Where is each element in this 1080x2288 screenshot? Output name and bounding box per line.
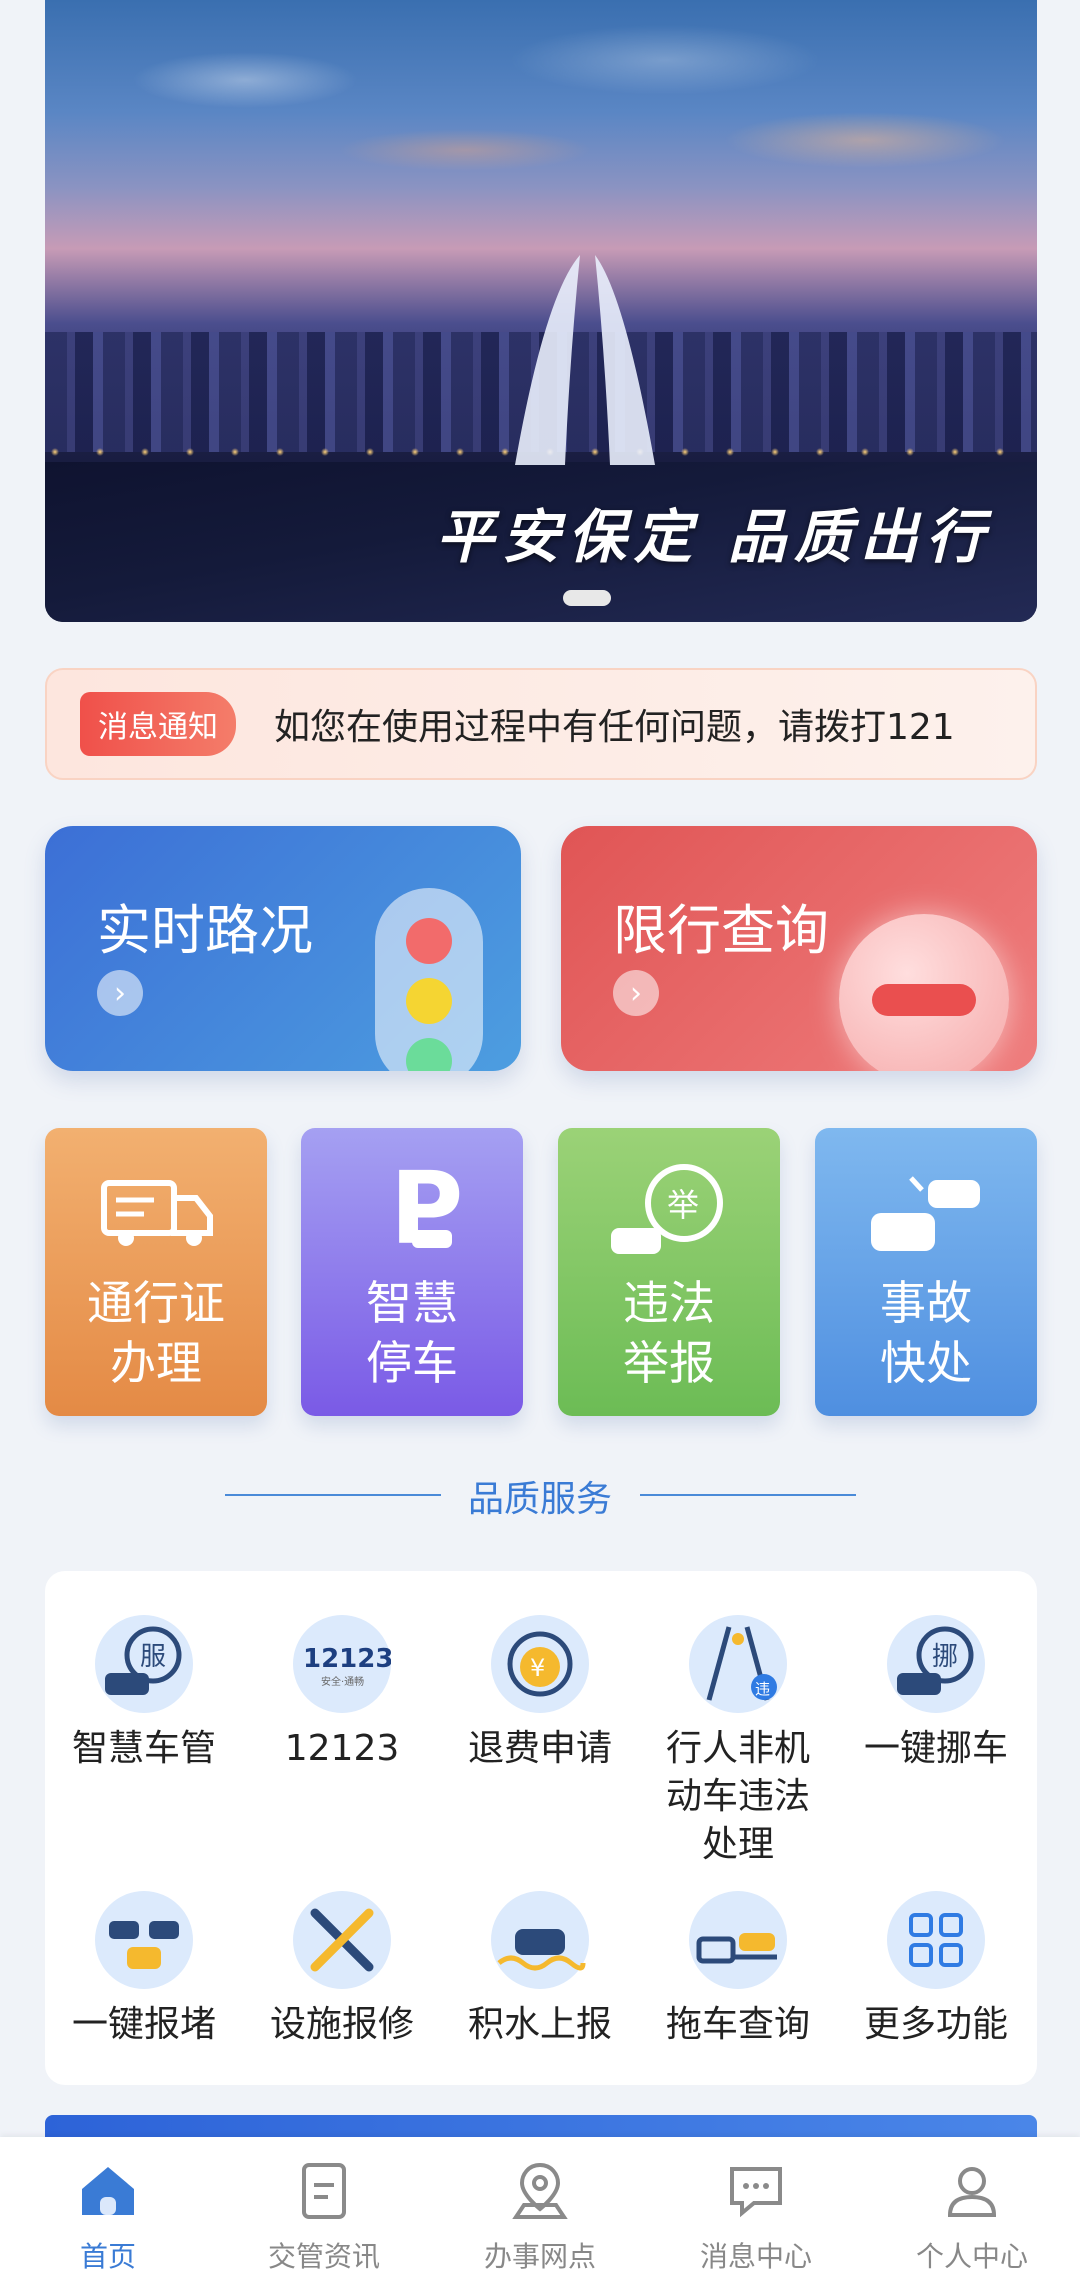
service-refund[interactable]: ¥ 退费申请 <box>441 1615 639 1773</box>
section-title: 品质服务 <box>467 1479 612 1520</box>
report-car-icon: 举 <box>611 1164 723 1254</box>
service-facility-repair[interactable]: 设施报修 <box>243 1891 441 2049</box>
violation-badge: 违 <box>755 1680 770 1698</box>
service-label: 更多功能 <box>863 2004 1008 2045</box>
home-icon <box>82 2167 134 2215</box>
bottom-navigation: 首页 交管资讯 办事网点 消息中心 个人中心 <box>0 2137 1080 2288</box>
service-label: 积水上报 <box>467 2004 612 2045</box>
grid-icon <box>887 1891 985 1989</box>
location-pin-icon <box>512 2162 568 2219</box>
divider <box>640 1494 856 1496</box>
tile-label: 事故 快处 <box>880 1276 972 1390</box>
no-entry-icon <box>839 914 1009 1071</box>
pedestrian-violation-icon: 违 <box>689 1615 787 1713</box>
logo-text: 12123 <box>303 1644 391 1674</box>
quality-services-panel: 服 智慧车管 12123 安全·通畅 12123 ¥ 退费申请 违 行人非机动车违… <box>45 1571 1037 2085</box>
nav-label: 办事网点 <box>483 2240 596 2273</box>
service-label: 拖车查询 <box>665 2004 810 2045</box>
nav-home[interactable]: 首页 <box>0 2137 216 2288</box>
chevron-right-icon: › <box>97 970 143 1016</box>
service-label: 一键报堵 <box>71 2004 216 2045</box>
notice-tag: 消息通知 <box>80 692 236 756</box>
bridge-arch-icon <box>515 255 655 465</box>
traffic-restriction-card[interactable]: 限行查询 › <box>561 826 1037 1071</box>
nav-label: 首页 <box>79 2240 136 2273</box>
move-badge: 挪 <box>932 1642 958 1672</box>
accident-handling-tile[interactable]: 事故 快处 <box>815 1128 1037 1416</box>
refund-yuan-icon: ¥ <box>491 1615 589 1713</box>
service-move-car[interactable]: 挪 一键挪车 <box>837 1615 1035 1773</box>
waterlogging-icon <box>491 1891 589 1989</box>
svg-text:P: P <box>390 1158 463 1267</box>
service-waterlogging[interactable]: 积水上报 <box>441 1891 639 2049</box>
parking-icon: P <box>390 1158 463 1267</box>
car-crash-icon <box>871 1176 980 1251</box>
yuan-sign: ¥ <box>530 1654 545 1682</box>
service-label: 12123 <box>284 1728 400 1769</box>
report-badge: 举 <box>667 1186 699 1224</box>
tile-label: 违法 举报 <box>623 1276 715 1390</box>
banner-slogan: 平安保定 品质出行 <box>435 503 992 571</box>
nav-outlets[interactable]: 办事网点 <box>432 2137 648 2288</box>
traffic-jam-icon <box>95 1891 193 1989</box>
nav-news[interactable]: 交管资讯 <box>216 2137 432 2288</box>
nav-label: 个人中心 <box>915 2240 1028 2273</box>
nav-label: 消息中心 <box>699 2240 812 2273</box>
tile-label: 智慧 停车 <box>366 1276 458 1390</box>
service-smart-vehicle[interactable]: 服 智慧车管 <box>45 1615 243 1773</box>
service-report-jam[interactable]: 一键报堵 <box>45 1891 243 2049</box>
truck-icon <box>101 1180 213 1246</box>
card-title: 实时路况 <box>97 899 313 962</box>
violation-report-tile[interactable]: 举 违法 举报 <box>558 1128 780 1416</box>
nav-label: 交管资讯 <box>267 2240 380 2273</box>
user-icon <box>947 2167 997 2217</box>
service-12123[interactable]: 12123 安全·通畅 12123 <box>243 1615 441 1773</box>
wrench-screwdriver-icon <box>293 1891 391 1989</box>
smart-parking-tile[interactable]: P 智慧 停车 <box>301 1128 523 1416</box>
service-label: 智慧车管 <box>71 1728 216 1769</box>
tow-truck-icon <box>689 1891 787 1989</box>
move-car-icon: 挪 <box>887 1615 985 1713</box>
carousel-indicator <box>563 590 611 606</box>
service-more[interactable]: 更多功能 <box>837 1891 1035 2049</box>
service-label: 一键挪车 <box>863 1728 1008 1769</box>
section-header: 品质服务 <box>0 1470 1080 1522</box>
service-label: 退费申请 <box>467 1728 612 1769</box>
12123-logo-icon: 12123 安全·通畅 <box>293 1615 391 1713</box>
service-label: 设施报修 <box>269 2004 414 2045</box>
car-service-icon: 服 <box>95 1615 193 1713</box>
logo-subtext: 安全·通畅 <box>321 1675 364 1688</box>
service-pedestrian-violation[interactable]: 违 行人非机动车违法处理 <box>639 1615 837 1869</box>
chevron-right-icon: › <box>613 970 659 1016</box>
notice-text: 如您在使用过程中有任何问题，请拨打121 <box>274 707 955 748</box>
service-badge: 服 <box>140 1642 166 1672</box>
service-label: 行人非机动车违法处理 <box>665 1728 810 1865</box>
traffic-light-icon <box>375 888 483 1071</box>
nav-messages[interactable]: 消息中心 <box>648 2137 864 2288</box>
chat-bubble-icon <box>730 2167 782 2218</box>
realtime-traffic-card[interactable]: 实时路况 › <box>45 826 521 1071</box>
banner-carousel[interactable]: 平安保定 品质出行 <box>45 0 1037 622</box>
card-title: 限行查询 <box>613 899 829 962</box>
tile-label: 通行证 办理 <box>87 1276 225 1390</box>
nav-profile[interactable]: 个人中心 <box>864 2137 1080 2288</box>
divider <box>225 1494 441 1496</box>
notice-bar[interactable]: 消息通知 如您在使用过程中有任何问题，请拨打121 <box>45 668 1037 780</box>
service-tow-query[interactable]: 拖车查询 <box>639 1891 837 2049</box>
pass-permit-tile[interactable]: 通行证 办理 <box>45 1128 267 1416</box>
document-icon <box>302 2163 346 2219</box>
